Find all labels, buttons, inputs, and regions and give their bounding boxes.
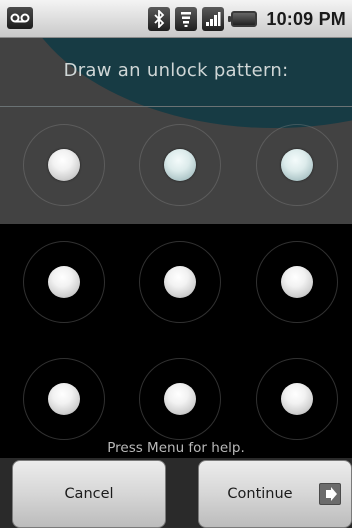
pattern-dot-core [164, 383, 196, 415]
pattern-dot-core [48, 266, 80, 298]
pattern-dot-3[interactable] [256, 124, 338, 206]
clock: 10:09 PM [266, 8, 346, 29]
cancel-button-label: Cancel [64, 486, 114, 502]
pattern-dot-7[interactable] [23, 358, 105, 440]
voicemail-glyph [10, 13, 30, 23]
help-text: Press Menu for help. [107, 440, 245, 456]
continue-button-label: Continue [227, 486, 293, 502]
pattern-dot-6[interactable] [256, 241, 338, 323]
bluetooth-icon [148, 7, 171, 31]
unlock-pattern-screen: Draw an unlock pattern: Press Menu for h… [0, 38, 352, 528]
pattern-dot-1[interactable] [23, 124, 105, 206]
signal-icon [202, 7, 225, 31]
pattern-dot-core [281, 266, 313, 298]
pattern-dot-core [48, 149, 80, 181]
battery-icon [228, 11, 258, 27]
pattern-dot-core [164, 266, 196, 298]
status-bar: 10:09 PM [0, 0, 352, 38]
arrow-right-icon [319, 483, 341, 505]
pattern-dot-core [164, 149, 196, 181]
status-icons: 10:09 PM [148, 0, 346, 38]
cancel-button[interactable]: Cancel [12, 460, 166, 528]
pattern-dot-core [281, 149, 313, 181]
button-bar: Cancel Continue [0, 458, 352, 528]
pattern-dot-4[interactable] [23, 241, 105, 323]
header-swoosh [14, 38, 352, 128]
voicemail-icon [7, 7, 33, 29]
pattern-dot-core [281, 383, 313, 415]
pattern-dot-9[interactable] [256, 358, 338, 440]
pattern-dot-5[interactable] [139, 241, 221, 323]
pattern-dot-2[interactable] [139, 124, 221, 206]
wifi-icon [175, 7, 198, 31]
divider [0, 106, 352, 107]
continue-button[interactable]: Continue [198, 460, 352, 528]
pattern-dot-core [48, 383, 80, 415]
pattern-dot-8[interactable] [139, 358, 221, 440]
page-title: Draw an unlock pattern: [63, 60, 289, 81]
